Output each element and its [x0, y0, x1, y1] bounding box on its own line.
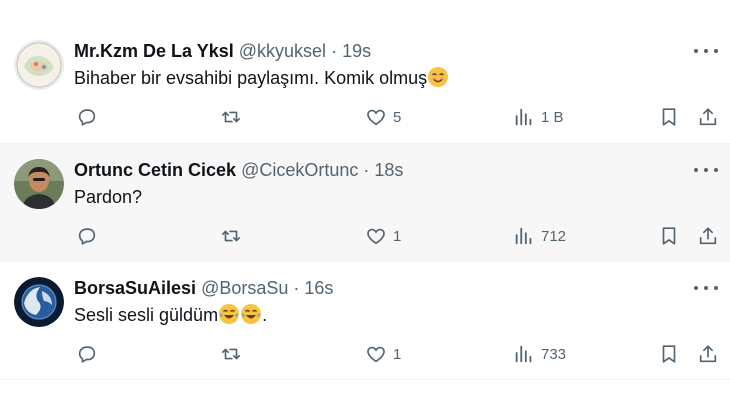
bookmark-button[interactable] [658, 223, 680, 249]
view-count: 1 B [541, 108, 564, 126]
handle[interactable]: @CicekOrtunc [241, 160, 358, 180]
reply-icon [78, 109, 96, 126]
bookmark-button[interactable] [658, 104, 680, 130]
tweet[interactable]: Ortunc Cetin Cicek @CicekOrtunc · 18s Pa… [0, 144, 730, 262]
reply-button[interactable] [76, 104, 98, 130]
tweet-header: BorsaSuAilesi @BorsaSu · 16s [74, 277, 333, 299]
share-icon [699, 108, 717, 126]
reply-icon [78, 228, 96, 245]
retweet-button[interactable] [220, 223, 242, 249]
share-icon [699, 227, 717, 245]
views-button[interactable]: 733 [513, 341, 566, 367]
display-name[interactable]: Mr.Kzm De La Yksl [74, 41, 234, 61]
tweet-text: Sesli sesli güldüm . [74, 303, 267, 327]
avatar[interactable] [14, 40, 64, 90]
tweet-text-suffix: . [262, 305, 268, 325]
tweet-text-body: Bihaber bir evsahibi paylaşımı. Komik ol… [74, 68, 428, 88]
share-icon [699, 345, 717, 363]
like-button[interactable]: 1 [365, 341, 401, 367]
tweet-feed: Mr.Kzm De La Yksl @kkyuksel · 19s Bihabe… [0, 0, 730, 380]
retweet-icon [221, 230, 241, 242]
reply-button[interactable] [76, 341, 98, 367]
like-count: 1 [393, 227, 402, 245]
bookmark-icon [662, 108, 676, 126]
share-button[interactable] [697, 104, 719, 130]
views-icon [515, 108, 532, 126]
retweet-icon [221, 348, 241, 360]
tweet-text: Bihaber bir evsahibi paylaşımı. Komik ol… [74, 66, 449, 90]
tweet-text: Pardon? [74, 185, 142, 209]
separator-dot: · [363, 160, 370, 180]
timestamp[interactable]: 19s [342, 41, 371, 61]
views-button[interactable]: 712 [513, 223, 566, 249]
like-count: 1 [393, 345, 402, 363]
tweet-header: Mr.Kzm De La Yksl @kkyuksel · 19s [74, 40, 371, 62]
tweet-actions: 1 712 [0, 223, 730, 249]
handle[interactable]: @kkyuksel [239, 41, 326, 61]
handle[interactable]: @BorsaSu [201, 278, 288, 298]
tweet-actions: 5 1 B [0, 104, 730, 130]
timestamp[interactable]: 16s [304, 278, 333, 298]
separator-dot: · [293, 278, 300, 298]
tweet-text-body: Pardon? [74, 187, 143, 207]
like-icon [367, 109, 385, 126]
separator-dot: · [331, 41, 338, 61]
view-count: 733 [541, 345, 567, 363]
display-name[interactable]: BorsaSuAilesi [74, 278, 196, 298]
retweet-button[interactable] [220, 104, 242, 130]
smiling-face-emoji-icon [427, 66, 449, 88]
more-icon[interactable] [694, 161, 718, 179]
views-button[interactable]: 1 B [513, 104, 564, 130]
tweet-header: Ortunc Cetin Cicek @CicekOrtunc · 18s [74, 159, 403, 181]
tears-of-joy-emoji-icon [218, 303, 240, 325]
avatar[interactable] [14, 277, 64, 327]
tweet-actions: 1 733 [0, 341, 730, 367]
reply-button[interactable] [76, 223, 98, 249]
views-icon [515, 227, 532, 245]
bookmark-icon [662, 345, 676, 363]
retweet-button[interactable] [220, 341, 242, 367]
bookmark-button[interactable] [658, 341, 680, 367]
reply-icon [78, 346, 96, 363]
tweet-text-body: Sesli sesli güldüm [74, 305, 219, 325]
more-icon[interactable] [694, 279, 718, 297]
tweet[interactable]: BorsaSuAilesi @BorsaSu · 16s Sesli sesli… [0, 262, 730, 380]
timestamp[interactable]: 18s [374, 160, 403, 180]
display-name[interactable]: Ortunc Cetin Cicek [74, 160, 236, 180]
avatar[interactable] [14, 159, 64, 209]
more-icon[interactable] [694, 42, 718, 60]
like-button[interactable]: 1 [365, 223, 401, 249]
share-button[interactable] [697, 223, 719, 249]
retweet-icon [221, 111, 241, 123]
views-icon [515, 345, 532, 363]
like-button[interactable]: 5 [365, 104, 401, 130]
like-icon [367, 346, 385, 363]
tweet[interactable]: Mr.Kzm De La Yksl @kkyuksel · 19s Bihabe… [0, 0, 730, 144]
like-count: 5 [393, 108, 402, 126]
like-icon [367, 228, 385, 245]
view-count: 712 [541, 227, 567, 245]
bookmark-icon [662, 227, 676, 245]
tears-of-joy-emoji-icon [240, 303, 262, 325]
share-button[interactable] [697, 341, 719, 367]
